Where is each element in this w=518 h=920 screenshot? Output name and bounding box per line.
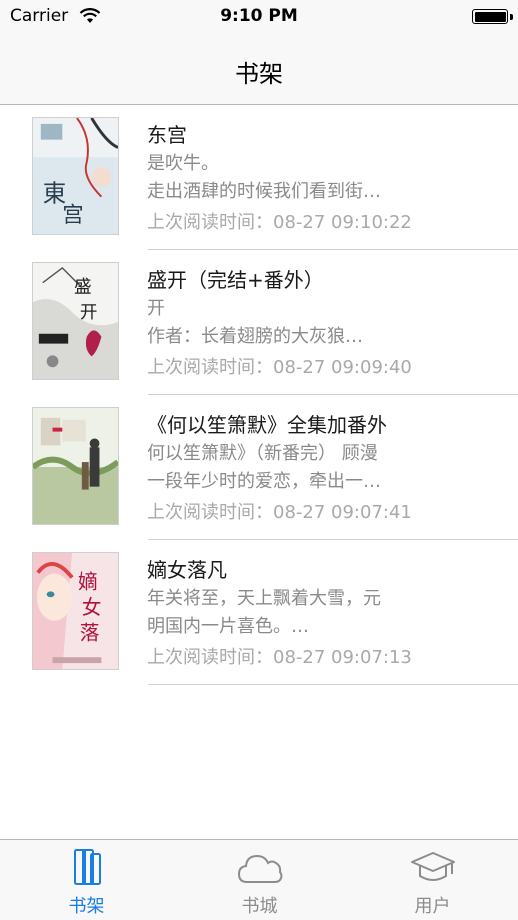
tab-label: 用户 (414, 896, 451, 917)
clock: 9:10 PM (220, 6, 298, 26)
book-row[interactable]: 盛 开 盛开（完结+番外） 开 作者：长着翅膀的大灰狼… 上次阅读时间：08-2… (0, 250, 518, 395)
snippet-line: 是吹牛。 (147, 153, 219, 174)
bookshelf-icon (73, 849, 101, 885)
tab-bookshelf[interactable]: 书架 (0, 840, 173, 920)
book-title: 东宫 (147, 123, 187, 147)
graduation-cap-icon (410, 852, 455, 881)
snippet-line: 何以笙箫默》（新番完） 顾漫 (147, 443, 378, 464)
status-bar: Carrier 9:10 PM (0, 0, 518, 34)
snippet-line: 年关将至，天上飘着大雪，元 (147, 588, 381, 609)
page-title: 书架 (235, 60, 283, 88)
row-divider (148, 684, 518, 685)
book-snippet: 是吹牛。 走出酒肆的时候我们看到街… (147, 150, 487, 206)
tab-bookstore[interactable]: 书城 (173, 840, 346, 920)
svg-text:盛: 盛 (74, 276, 92, 297)
svg-text:嫡: 嫡 (78, 570, 98, 593)
tab-bar: 书架 书城 用户 (0, 839, 518, 920)
book-row[interactable]: 《何以笙箫默》全集加番外 何以笙箫默》（新番完） 顾漫 一段年少时的爱恋，牵出一… (0, 395, 518, 540)
tab-label: 书城 (241, 896, 278, 917)
cloud-icon (237, 854, 282, 883)
battery-tip (510, 14, 513, 20)
book-snippet: 年关将至，天上飘着大雪，元 明国内一片喜色。… (147, 585, 487, 641)
book-snippet: 何以笙箫默》（新番完） 顾漫 一段年少时的爱恋，牵出一… (147, 440, 487, 496)
snippet-line: 开 (147, 298, 165, 319)
book-cover: 嫡 女 落 (32, 552, 119, 670)
book-snippet: 开 作者：长着翅膀的大灰狼… (147, 295, 487, 351)
last-read-time: 上次阅读时间：08-27 09:10:22 (147, 212, 412, 233)
book-list: 東 宫 东宫 是吹牛。 走出酒肆的时候我们看到街… 上次阅读时间：08-27 0… (0, 105, 518, 685)
snippet-line: 一段年少时的爱恋，牵出一… (147, 471, 381, 492)
svg-text:女: 女 (82, 596, 102, 619)
last-read-time: 上次阅读时间：08-27 09:07:41 (147, 502, 412, 523)
book-row[interactable]: 東 宫 东宫 是吹牛。 走出酒肆的时候我们看到街… 上次阅读时间：08-27 0… (0, 105, 518, 250)
snippet-line: 明国内一片喜色。… (147, 616, 309, 637)
svg-text:落: 落 (80, 621, 100, 644)
svg-text:宫: 宫 (62, 203, 83, 228)
svg-text:开: 开 (80, 303, 98, 323)
snippet-line: 作者：长着翅膀的大灰狼… (147, 326, 363, 347)
book-cover: 東 宫 (32, 117, 119, 235)
navigation-bar: 书架 (0, 34, 518, 105)
book-cover: 盛 开 (32, 262, 119, 380)
last-read-time: 上次阅读时间：08-27 09:07:13 (147, 647, 412, 668)
last-read-time: 上次阅读时间：08-27 09:09:40 (147, 357, 412, 378)
battery-icon (472, 9, 508, 24)
snippet-line: 走出酒肆的时候我们看到街… (147, 181, 381, 202)
book-title: 盛开（完结+番外） (147, 268, 324, 292)
tab-label: 书架 (68, 896, 105, 917)
book-row[interactable]: 嫡 女 落 嫡女落凡 年关将至，天上飘着大雪，元 明国内一片喜色。… 上次阅读时… (0, 540, 518, 685)
book-title: 《何以笙箫默》全集加番外 (147, 413, 387, 437)
tab-user[interactable]: 用户 (346, 840, 518, 920)
book-title: 嫡女落凡 (147, 558, 227, 582)
book-cover (32, 407, 119, 525)
